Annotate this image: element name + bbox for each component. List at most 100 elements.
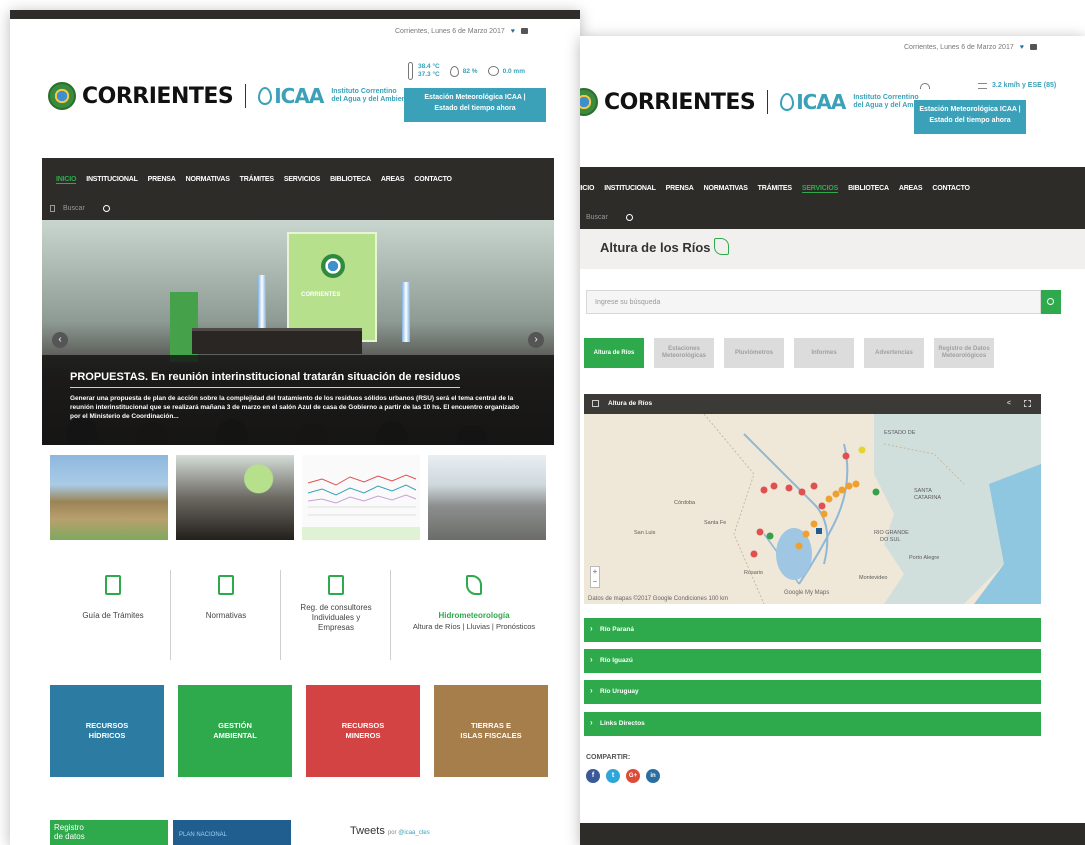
fullscreen-icon[interactable] (1024, 400, 1031, 407)
map-label: ESTADO DE (884, 430, 916, 436)
search-icon[interactable] (625, 214, 633, 221)
query-search-button[interactable] (1041, 290, 1061, 314)
accordion-rio-uruguay[interactable]: Río Uruguay (584, 680, 1041, 704)
site-logo[interactable]: CORRIENTES ICAA Instituto Correntino del… (580, 88, 934, 116)
nav-search[interactable]: Buscar (586, 214, 633, 221)
main-nav: INICIO INSTITUCIONAL PRENSA NORMATIVAS T… (42, 158, 554, 220)
tab-registro-datos[interactable]: Registro de Datos Meteorológicos (934, 338, 994, 368)
tile-gestion-ambiental[interactable]: GESTIÓN AMBIENTAL (178, 685, 292, 777)
wind-value: 3.2 km/h y ESE (85) (992, 82, 1057, 89)
weather-station-button[interactable]: Estación Meteorológica ICAA | Estado del… (914, 100, 1026, 134)
map-menu-icon[interactable] (592, 400, 599, 407)
nav-biblioteca[interactable]: BIBLIOTECA (330, 176, 371, 184)
quick-link-hidrometeorologia[interactable]: Hidrometeorología Altura de Ríos | Lluvi… (390, 570, 558, 670)
map-label: RIO GRANDE (874, 530, 909, 536)
nav-institucional[interactable]: INSTITUCIONAL (604, 185, 656, 193)
map-title: Altura de Ríos (608, 400, 653, 407)
slide-body: Generar una propuesta de plan de acción … (70, 395, 520, 420)
quick-link-label: Normativas (205, 611, 247, 620)
query-input[interactable]: Ingrese su búsqueda (586, 290, 1041, 314)
province-seal-icon (48, 82, 76, 110)
slide-caption[interactable]: PROPUESTAS. En reunión interinstituciona… (42, 355, 554, 445)
icaa-logo-text: ICAA (274, 84, 324, 108)
facebook-icon[interactable]: f (586, 769, 600, 783)
nav-prensa[interactable]: PRENSA (148, 176, 176, 184)
mail-icon[interactable] (1029, 44, 1037, 51)
tab-altura-rios[interactable]: Altura de Ríos (584, 338, 644, 368)
map-toolbar: Altura de Ríos < (584, 394, 1041, 414)
wind-summary: 3.2 km/h y ESE (85) (920, 82, 1056, 89)
googleplus-icon[interactable]: G+ (626, 769, 640, 783)
tile-line-1: GESTIÓN (218, 721, 252, 730)
twitter-icon[interactable]: ♥ (511, 28, 515, 35)
nav-inicio[interactable]: INICIO (56, 176, 76, 184)
search-placeholder[interactable]: Buscar (586, 214, 608, 221)
weather-station-button[interactable]: Estación Meteorológica ICAA | Estado del… (404, 88, 546, 122)
nav-tramites[interactable]: TRÁMITES (240, 176, 274, 184)
mail-icon[interactable] (520, 28, 528, 35)
tab-pluviometros[interactable]: Pluviómetros (724, 338, 784, 368)
register-icon (328, 575, 344, 595)
slide-title[interactable]: PROPUESTAS. En reunión interinstituciona… (70, 371, 461, 388)
nav-servicios[interactable]: SERVICIOS (801, 185, 838, 193)
slider-next-icon[interactable]: › (528, 332, 544, 348)
page-header: Altura de los Ríos (580, 229, 1085, 269)
quick-link-consultores[interactable]: Reg. de consultores Individuales y Empre… (282, 570, 390, 670)
slider-prev-icon[interactable]: ‹ (52, 332, 68, 348)
map-canvas[interactable]: ESTADO DE SANTA CATARINA RIO GRANDE DO S… (584, 413, 1041, 604)
tweets-handle[interactable]: @icaa_ctes (398, 830, 429, 836)
nav-normativas[interactable]: NORMATIVAS (704, 185, 748, 193)
tweets-title: Tweets (350, 825, 385, 837)
tile-recursos-hidricos[interactable]: RECURSOS HÍDRICOS (50, 685, 164, 777)
main-nav: INICIO INSTITUCIONAL PRENSA NORMATIVAS T… (580, 167, 1085, 229)
search-icon[interactable] (102, 205, 110, 212)
nav-prensa[interactable]: PRENSA (666, 185, 694, 193)
nav-biblioteca[interactable]: BIBLIOTECA (848, 185, 889, 193)
thumb-meeting[interactable] (176, 455, 294, 540)
nav-inicio[interactable]: INICIO (580, 185, 594, 193)
tile-line-2: AMBIENTAL (213, 731, 257, 740)
river-map-embed[interactable]: Altura de Ríos < ESTADO DE SANTA CATARIN… (584, 394, 1041, 604)
map-zoom-control[interactable]: + − (590, 566, 600, 588)
temp-min: 37.3 °C (418, 71, 440, 78)
nav-servicios[interactable]: SERVICIOS (284, 176, 320, 184)
brand-name: CORRIENTES (82, 83, 234, 109)
quick-link-guia[interactable]: Guía de Trámites (58, 570, 168, 670)
quick-link-normativas[interactable]: Normativas (172, 570, 280, 670)
tile-line-2: HÍDRICOS (88, 731, 126, 740)
nav-institucional[interactable]: INSTITUCIONAL (86, 176, 138, 184)
thumb-group-photo[interactable] (428, 455, 546, 540)
icaa-logo-text: ICAA (796, 90, 846, 114)
news-slider[interactable]: CORRIENTES ‹ › PROPUESTAS. En reunión in… (42, 220, 554, 445)
tile-tierras-islas[interactable]: TIERRAS E ISLAS FISCALES (434, 685, 548, 777)
water-map-icon (466, 575, 482, 595)
tab-informes[interactable]: Informes (794, 338, 854, 368)
map-attribution[interactable]: Datos de mapas ©2017 Google Condiciones … (588, 596, 728, 602)
search-placeholder[interactable]: Buscar (63, 205, 85, 212)
accordion-rio-iguazu[interactable]: Río Iguazú (584, 649, 1041, 673)
accordion-links-directos[interactable]: Links Directos (584, 712, 1041, 736)
nav-contacto[interactable]: CONTACTO (932, 185, 970, 193)
twitter-icon[interactable]: ♥ (1020, 44, 1024, 51)
registro-banner[interactable]: Registro de datos (50, 820, 168, 845)
tab-estaciones[interactable]: Estaciones Meteorológicas (654, 338, 714, 368)
nav-tramites[interactable]: TRÁMITES (758, 185, 792, 193)
flag-right (402, 282, 410, 342)
twitter-icon[interactable]: t (606, 769, 620, 783)
site-logo[interactable]: CORRIENTES ICAA Instituto Correntino del… (48, 82, 412, 110)
nav-areas[interactable]: AREAS (381, 176, 405, 184)
thumb-chart[interactable] (302, 455, 420, 540)
nav-areas[interactable]: AREAS (899, 185, 923, 193)
plan-nacional-banner[interactable]: PLAN NACIONAL (173, 820, 291, 845)
nav-normativas[interactable]: NORMATIVAS (186, 176, 230, 184)
tab-advertencias[interactable]: Advertencias (864, 338, 924, 368)
temperatures: 38.4 °C 37.3 °C (418, 63, 440, 79)
share-icon[interactable]: < (1007, 400, 1011, 407)
tile-recursos-mineros[interactable]: RECURSOS MINEROS (306, 685, 420, 777)
nav-contacto[interactable]: CONTACTO (414, 176, 452, 184)
nav-search[interactable]: Buscar (50, 205, 110, 212)
tweets-widget[interactable]: Tweets por @icaa_ctes (350, 825, 430, 837)
thumb-river-landscape[interactable] (50, 455, 168, 540)
accordion-rio-parana[interactable]: Río Paraná (584, 618, 1041, 642)
linkedin-icon[interactable]: in (646, 769, 660, 783)
